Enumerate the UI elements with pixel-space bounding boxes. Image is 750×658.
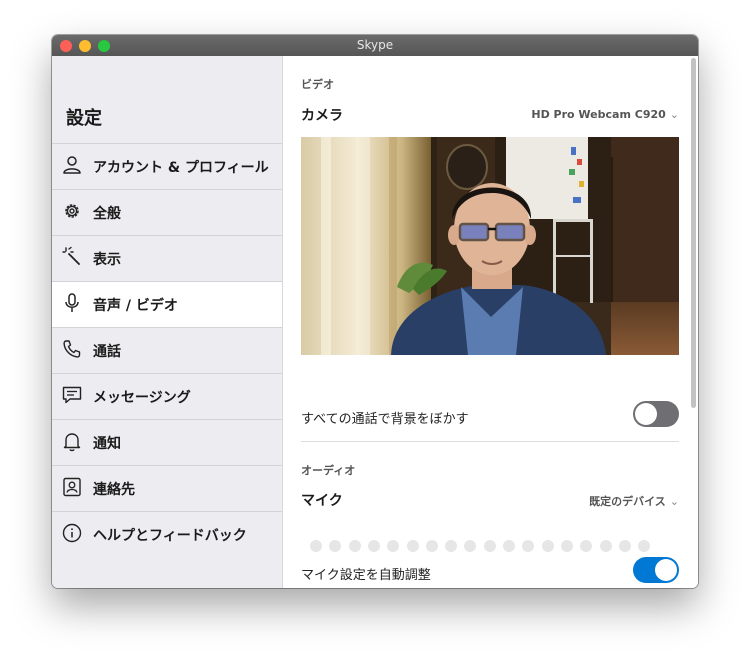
- video-section-title: ビデオ: [301, 78, 334, 91]
- mic-level-dot: [522, 540, 535, 552]
- sidebar-title: 設定: [66, 108, 102, 129]
- chevron-down-icon: ⌄: [669, 495, 679, 508]
- camera-select-value: HD Pro Webcam C920: [531, 108, 666, 121]
- audio-section-title: オーディオ: [301, 464, 356, 477]
- sidebar-item-messaging[interactable]: メッセージング: [52, 373, 282, 419]
- sidebar-item-label: 音声 / ビデオ: [93, 298, 178, 314]
- auto-adjust-mic-toggle[interactable]: [633, 557, 679, 583]
- mic-level-dot: [599, 540, 612, 552]
- toggle-knob: [635, 403, 657, 425]
- chevron-down-icon: ⌄: [669, 108, 679, 121]
- sidebar-item-account-profile[interactable]: アカウント & プロフィール: [52, 143, 282, 189]
- content-scrollbar[interactable]: [691, 58, 696, 408]
- mic-level-dot: [367, 540, 380, 552]
- mic-level-dot: [618, 540, 631, 552]
- microphone-select-value: 既定のデバイス: [589, 495, 666, 508]
- mic-level-dot: [464, 540, 477, 552]
- camera-select[interactable]: HD Pro Webcam C920 ⌄: [531, 108, 679, 121]
- mic-level-dot: [387, 540, 400, 552]
- mic-level-dot: [541, 540, 554, 552]
- sidebar-item-calling[interactable]: 通話: [52, 327, 282, 373]
- sidebar-item-general[interactable]: 全般: [52, 189, 282, 235]
- mic-level-dot: [560, 540, 573, 552]
- camera-preview-image: [301, 137, 679, 355]
- sidebar-item-label: ヘルプとフィードバック: [93, 528, 247, 544]
- sidebar-item-help-feedback[interactable]: ヘルプとフィードバック: [52, 511, 282, 557]
- mic-level-dot: [580, 540, 593, 552]
- sidebar-item-label: 連絡先: [93, 482, 135, 498]
- auto-adjust-mic-label: マイク設定を自動調整: [301, 568, 431, 583]
- magic-wand-icon: [62, 246, 80, 265]
- mic-level-dot: [483, 540, 496, 552]
- mic-level-dot: [425, 540, 438, 552]
- sidebar-item-label: アカウント & プロフィール: [93, 160, 269, 176]
- background-blur-label: すべての通話で背景をぼかす: [301, 412, 469, 427]
- camera-label: カメラ: [301, 108, 343, 124]
- mic-level-dot: [348, 540, 361, 552]
- bell-icon: [63, 433, 81, 452]
- window-title: Skype: [356, 38, 394, 52]
- microphone-label: マイク: [301, 493, 343, 509]
- background-blur-toggle[interactable]: [633, 401, 679, 427]
- contact-card-icon: [63, 477, 81, 497]
- settings-content: ビデオ カメラ HD Pro Webcam C920 ⌄ すべての通話で背景をぼ…: [283, 56, 698, 588]
- mic-level-dot: [406, 540, 419, 552]
- sidebar-item-appearance[interactable]: 表示: [52, 235, 282, 281]
- sidebar-item-label: 通知: [93, 436, 121, 452]
- mic-level-dot: [329, 540, 342, 552]
- microphone-icon: [65, 293, 79, 312]
- sidebar-item-label: 表示: [93, 252, 121, 268]
- settings-sidebar: 設定 アカウント & プロフィール 全般 表示 音声 / ビデオ 通話 メッセー…: [52, 56, 283, 588]
- gear-icon: [65, 204, 79, 218]
- settings-window: Skype 設定 アカウント & プロフィール 全般 表示 音声 / ビデオ 通…: [52, 35, 698, 588]
- sidebar-item-audio-video[interactable]: 音声 / ビデオ: [52, 281, 282, 327]
- toggle-knob: [655, 559, 677, 581]
- camera-preview: [301, 137, 679, 355]
- phone-icon: [63, 340, 81, 358]
- sidebar-item-notifications[interactable]: 通知: [52, 419, 282, 465]
- mic-level-dot: [638, 540, 651, 552]
- mic-level-dot: [445, 540, 458, 552]
- info-icon: [62, 523, 82, 543]
- title-bar[interactable]: Skype: [52, 35, 698, 56]
- sidebar-item-label: メッセージング: [93, 390, 191, 406]
- sidebar-item-label: 全般: [93, 206, 121, 222]
- microphone-select[interactable]: 既定のデバイス ⌄: [589, 493, 679, 509]
- mic-level-dot: [503, 540, 515, 552]
- mic-level-dot: [310, 540, 322, 552]
- sidebar-item-label: 通話: [93, 344, 121, 360]
- message-icon: [62, 386, 82, 404]
- sidebar-item-contacts[interactable]: 連絡先: [52, 465, 282, 511]
- divider: [301, 441, 679, 442]
- person-icon: [63, 156, 81, 174]
